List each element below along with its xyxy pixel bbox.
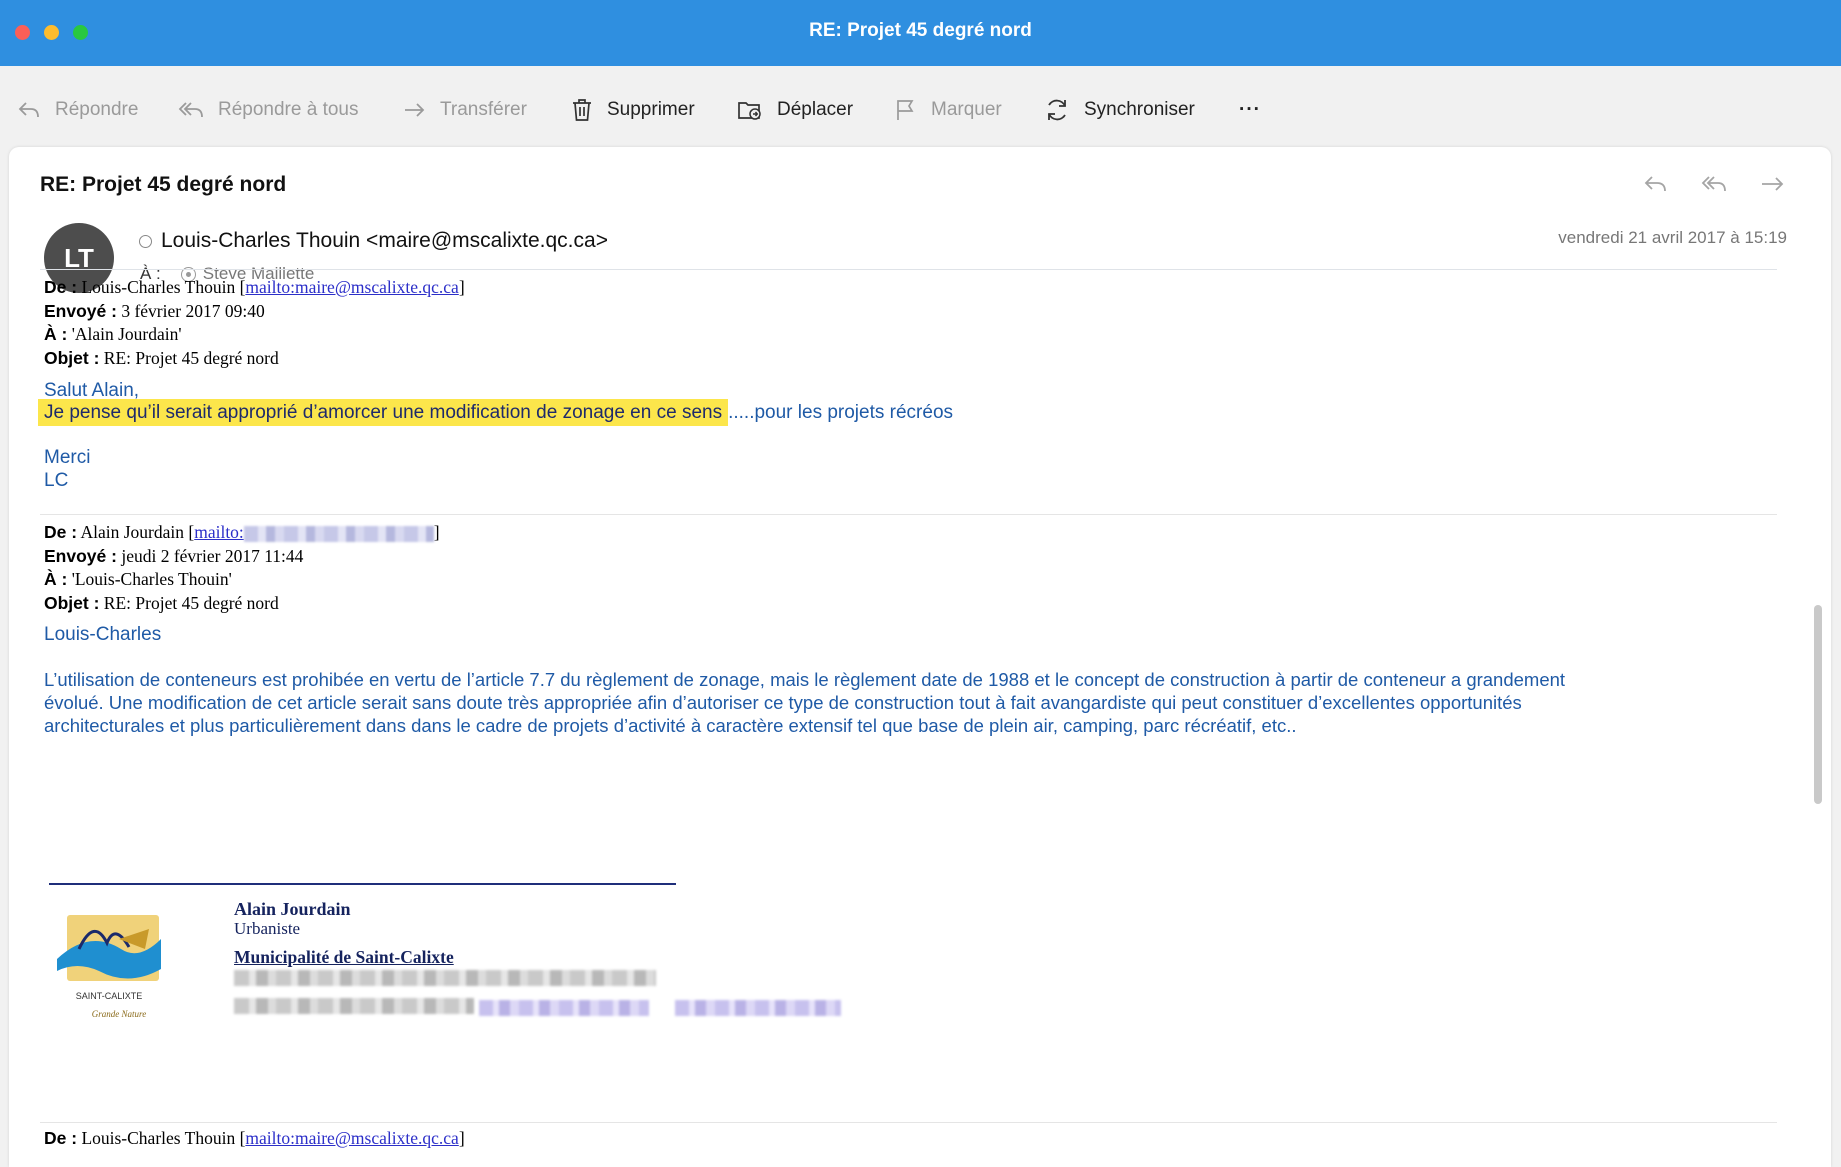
window-title: RE: Projet 45 degré nord [809, 20, 1032, 41]
quoted-header-3: De : Louis-Charles Thouin [mailto:maire@… [44, 1127, 465, 1151]
to-label: À : [44, 569, 68, 589]
subject-label: Objet : [44, 592, 100, 613]
forward-arrow-icon[interactable] [1758, 173, 1786, 195]
body-line-2: évolué. Une modification de cet article … [44, 692, 1522, 713]
from-value: Louis-Charles Thouin [ [81, 277, 246, 297]
signature-role: Urbaniste [234, 919, 301, 938]
body-line: Je pense qu’il serait approprié d’amorce… [38, 399, 954, 426]
redacted-email [243, 525, 434, 542]
redacted-phone [234, 998, 474, 1014]
highlighted-text: Je pense qu’il serait approprié d’amorce… [38, 399, 729, 426]
greeting-text: Louis-Charles [44, 624, 162, 645]
thanks-text: Merci [44, 447, 91, 468]
reply-all-icon [178, 102, 203, 118]
quoted-header-2: De : Alain Jourdain [mailto:] Envoyé : j… [44, 521, 440, 615]
body-line-3: architecturales et plus particulièrement… [44, 715, 1297, 736]
sent-label: Envoyé : [44, 300, 117, 321]
header-divider [40, 269, 1777, 270]
flag-button[interactable]: Marquer [895, 96, 1002, 124]
logo-script: Grande Nature [92, 1009, 146, 1019]
from-value: Louis-Charles Thouin [ [81, 1128, 246, 1148]
reply-all-label: Répondre à tous [218, 99, 359, 120]
from-value: Alain Jourdain [ [80, 522, 195, 542]
bracket: ] [458, 1128, 465, 1148]
reply-icon [18, 102, 39, 118]
to-value: 'Louis-Charles Thouin' [71, 569, 232, 589]
subject-value: RE: Projet 45 degré nord [103, 347, 279, 368]
sender-row: Louis-Charles Thouin <maire@mscalixte.qc… [139, 229, 608, 253]
subject-value: RE: Projet 45 degré nord [103, 592, 279, 613]
redacted-email-link[interactable] [479, 1000, 649, 1016]
move-folder-icon [738, 102, 761, 120]
title-bar: RE: Projet 45 degré nord [0, 0, 1841, 66]
sent-value: jeudi 2 février 2017 11:44 [121, 545, 304, 566]
mailto-link[interactable]: mailto:maire@mscalixte.qc.ca [245, 277, 458, 297]
delete-label: Supprimer [607, 99, 695, 120]
mailto-link[interactable]: mailto:maire@mscalixte.qc.ca [245, 1128, 458, 1148]
sync-label: Synchroniser [1084, 99, 1195, 120]
redacted-website-link[interactable] [675, 1000, 841, 1016]
signature-divider [49, 883, 676, 885]
quoted-header-1: De : Louis-Charles Thouin [mailto:maire@… [44, 276, 465, 370]
bracket: ] [433, 522, 440, 542]
message-date: vendredi 21 avril 2017 à 15:19 [1558, 228, 1787, 247]
forward-button[interactable]: Transférer [402, 96, 527, 124]
signature-initials: LC [44, 470, 69, 491]
redacted-address [234, 970, 656, 986]
reply-button[interactable]: Répondre [17, 96, 138, 124]
move-button[interactable]: Déplacer [737, 96, 853, 124]
municipality-logo: SAINT-CALIXTE Grande Nature [57, 915, 161, 1019]
message-subject: RE: Projet 45 degré nord [40, 173, 287, 196]
message-pane: RE: Projet 45 degré nord LT Louis-Charle… [9, 147, 1831, 1167]
to-value: 'Alain Jourdain' [71, 324, 182, 344]
signature-organization: Municipalité de Saint-Calixte [234, 947, 454, 967]
reply-all-button[interactable]: Répondre à tous [178, 96, 359, 124]
toolbar: Répondre Répondre à tous Transférer Supp… [0, 66, 1841, 151]
logo-text: SAINT-CALIXTE [76, 991, 143, 1001]
flag-label: Marquer [931, 99, 1002, 120]
sent-label: Envoyé : [44, 545, 117, 566]
signature-name: Alain Jourdain [234, 899, 351, 919]
reply-icon[interactable] [1642, 173, 1670, 195]
quote-divider [40, 1122, 1777, 1123]
forward-arrow-icon [405, 103, 425, 117]
quote-divider [40, 514, 1777, 515]
from-label: De : [44, 277, 78, 297]
mailto-link[interactable]: mailto: [194, 522, 244, 542]
read-status-icon[interactable] [139, 234, 152, 248]
vertical-scrollbar[interactable] [1814, 605, 1822, 804]
sender-name[interactable]: Louis-Charles Thouin <maire@mscalixte.qc… [161, 229, 608, 253]
bracket: ] [458, 277, 465, 297]
subject-label: Objet : [44, 347, 100, 368]
sent-value: 3 février 2017 09:40 [121, 300, 265, 321]
sync-icon [1048, 99, 1066, 121]
sync-button[interactable]: Synchroniser [1044, 96, 1195, 124]
body-line-1: L’utilisation de conteneurs est prohibée… [44, 669, 1566, 690]
reply-label: Répondre [55, 99, 139, 120]
trash-icon [573, 99, 591, 121]
reply-all-icon[interactable] [1700, 173, 1728, 195]
header-actions [1642, 173, 1786, 195]
body-rest: .....pour les projets récréos [728, 402, 954, 423]
flag-icon [897, 100, 914, 120]
from-label: De : [44, 1128, 78, 1148]
move-label: Déplacer [777, 99, 854, 120]
delete-button[interactable]: Supprimer [571, 96, 695, 124]
to-label: À : [44, 324, 68, 344]
more-actions-button[interactable]: ··· [1239, 96, 1261, 124]
forward-label: Transférer [440, 99, 527, 120]
from-label: De : [44, 522, 78, 542]
